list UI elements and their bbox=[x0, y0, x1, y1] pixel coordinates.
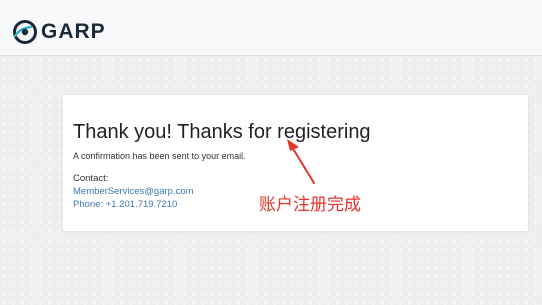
arrow-icon bbox=[287, 139, 315, 184]
annotation-text: 账户注册完成 bbox=[259, 195, 361, 215]
